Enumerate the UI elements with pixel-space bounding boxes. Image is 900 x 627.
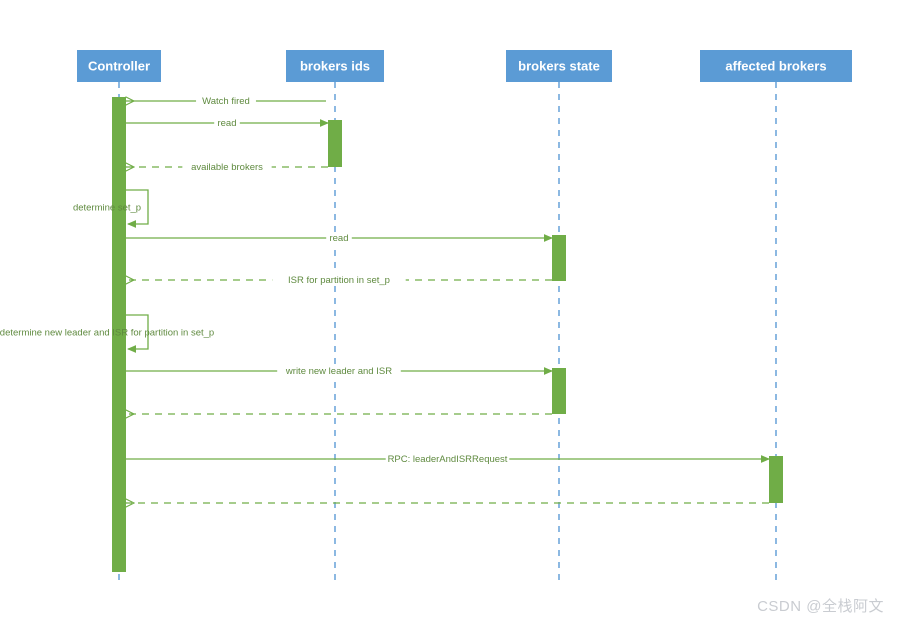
participant-controller[interactable]: Controller — [77, 50, 161, 82]
message-label-m5: read — [329, 233, 348, 244]
csdn-watermark: CSDN @全栈阿文 — [757, 597, 884, 615]
message-m8: write new leader and ISR — [126, 365, 553, 377]
participant-brokers-state[interactable]: brokers state — [506, 50, 612, 82]
message-m5: read — [126, 232, 553, 244]
participant-brokers-ids[interactable]: brokers ids — [286, 50, 384, 82]
participant-headers-group: Controller brokers ids brokers state affect… — [77, 50, 852, 82]
message-label-m3: available brokers — [191, 162, 263, 173]
lifelines-group — [118, 82, 777, 580]
participant-label-brokers-ids: brokers ids — [300, 58, 370, 73]
sequence-diagram-canvas: Watch fired read available brokers determin… — [0, 0, 900, 627]
message-label-m1: Watch fired — [202, 96, 250, 107]
message-m4: determine set_p — [73, 189, 149, 228]
message-label-m4: determine set_p — [73, 203, 141, 214]
participant-label-affected-brokers: affected brokers — [725, 58, 826, 73]
activation-bar-brokers-ids — [328, 120, 342, 167]
sequence-diagram-svg: Watch fired read available brokers determin… — [0, 50, 884, 615]
activation-bar-brokers-state — [552, 368, 566, 414]
activation-bar-affected-brokers — [769, 456, 783, 503]
activation-bar-brokers-state — [552, 235, 566, 281]
message-m1: Watch fired — [126, 95, 326, 107]
message-label-m8: write new leader and ISR — [285, 366, 392, 377]
message-m10: RPC: leaderAndISRRequest — [126, 453, 770, 465]
message-m6: ISR for partition in set_p — [126, 274, 552, 286]
message-m3: available brokers — [126, 161, 328, 173]
message-label-m10: RPC: leaderAndISRRequest — [388, 454, 508, 465]
message-label-m6: ISR for partition in set_p — [288, 275, 390, 286]
message-label-m2: read — [217, 118, 236, 129]
participant-label-controller: Controller — [88, 58, 150, 73]
message-m7: determine new leader and ISR for partiti… — [0, 314, 214, 353]
message-label-m7: determine new leader and ISR for partiti… — [0, 328, 214, 339]
participant-affected-brokers[interactable]: affected brokers — [700, 50, 852, 82]
participant-label-brokers-state: brokers state — [518, 58, 600, 73]
message-m2: read — [126, 117, 329, 129]
